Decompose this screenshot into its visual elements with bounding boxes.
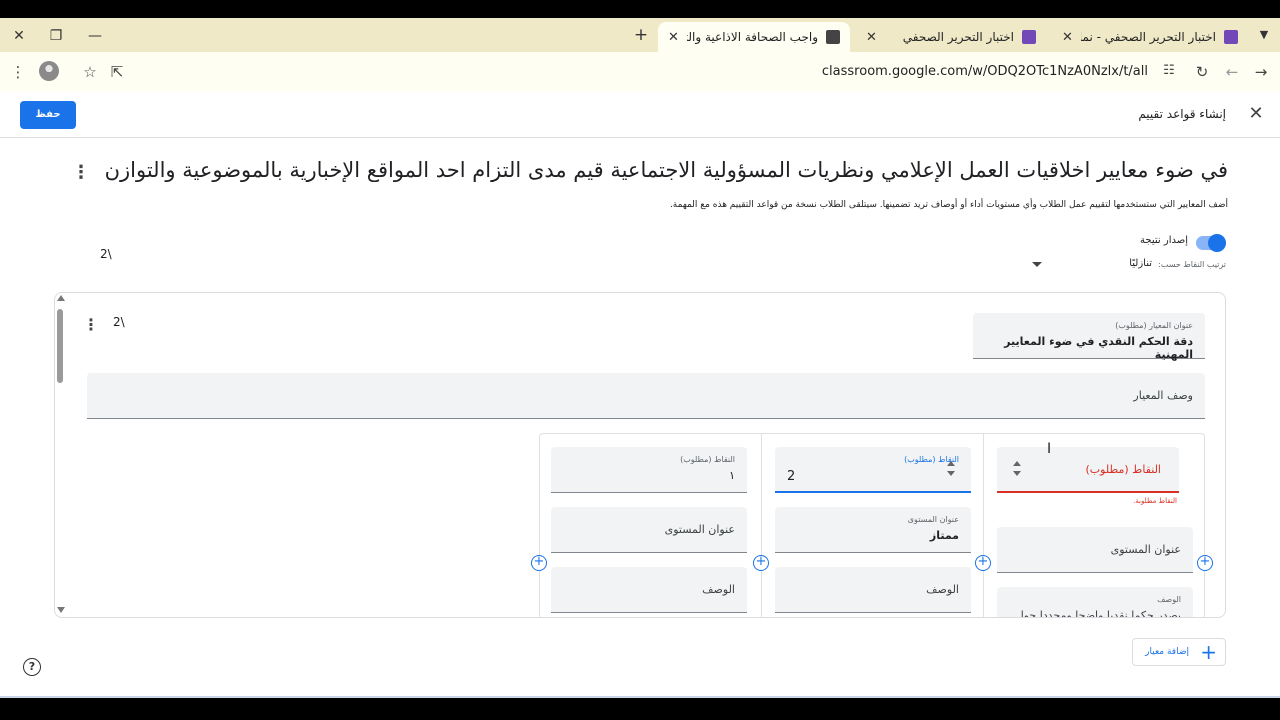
back-icon[interactable]: ←	[1222, 62, 1242, 82]
field-label: عنوان المعيار (مطلوب)	[1115, 321, 1193, 330]
tab-title: اختبار التحرير الصحفي	[902, 30, 1014, 44]
field-label: عنوان المستوى	[907, 515, 959, 524]
tab-close-icon[interactable]: ✕	[1062, 30, 1073, 45]
level-1-points-error: النقاط مطلوبة.	[1133, 497, 1177, 505]
level-1-title-field[interactable]: عنوان المستوى	[997, 527, 1193, 573]
sort-label: ترتيب النقاط حسب:	[1158, 260, 1226, 269]
criterion-description-field[interactable]: وصف المعيار	[87, 373, 1205, 419]
tab-forms-2[interactable]: اختبار التحرير الصحفي ✕	[856, 22, 1046, 52]
kebab-menu-icon[interactable]: ⋮	[8, 62, 28, 82]
level-2-title-field[interactable]: عنوان المستوى ممتاز	[775, 507, 971, 553]
bookmark-star-icon[interactable]: ☆	[80, 62, 100, 82]
rubric-description: أضف المعايير التي ستستخدمها لتقييم عمل ا…	[669, 200, 1228, 210]
add-level-icon[interactable]: +	[1197, 555, 1213, 571]
profile-avatar[interactable]	[39, 61, 59, 81]
add-level-icon[interactable]: +	[753, 555, 769, 571]
add-level-icon[interactable]: +	[531, 555, 547, 571]
close-icon[interactable]: ✕	[1246, 104, 1266, 124]
level-2-title-value: ممتاز	[929, 529, 959, 542]
tab-bar: ✕ ❐ — + واجب الصحافة الاذاعية والتلفزيون…	[0, 18, 1280, 52]
level-1-points-label: النقاط (مطلوب)	[1085, 463, 1162, 476]
tab-close-icon[interactable]: ✕	[668, 30, 679, 45]
criterion-title-field[interactable]: عنوان المعيار (مطلوب) دقة الحكم النقدي ف…	[973, 313, 1205, 361]
tab-forms-1[interactable]: اختبار التحرير الصحفي - نماذج Google ✕	[1052, 22, 1248, 52]
scroll-down-arrow[interactable]	[57, 607, 65, 613]
page-title: إنشاء قواعد تقييم	[1138, 107, 1226, 121]
level-1-title-placeholder: عنوان المستوى	[1110, 543, 1181, 556]
forward-icon[interactable]: →	[1251, 62, 1271, 82]
level-2-points-value: 2	[787, 469, 796, 484]
rubric-title: في ضوء معايير اخلاقيات العمل الإعلامي ون…	[98, 158, 1228, 182]
tab-title: اختبار التحرير الصحفي - نماذج Google	[1081, 30, 1216, 44]
level-2-description-placeholder: الوصف	[926, 583, 959, 596]
classroom-favicon-icon	[826, 30, 840, 44]
scrollbar-thumb[interactable]	[57, 309, 63, 383]
save-button[interactable]: حفظ	[20, 101, 76, 129]
column-divider	[761, 433, 762, 617]
tab-close-icon[interactable]: ✕	[866, 30, 877, 45]
criterion-title-value: دقة الحكم النقدي في ضوء المعايير المهنية	[1004, 335, 1193, 361]
omnibox[interactable]: classroom.google.com/w/ODQ2OTc1NzA0Nzlx/…	[130, 57, 1190, 87]
tab-active[interactable]: واجب الصحافة الاذاعية والتلفزيونية ✕	[658, 22, 850, 52]
level-1-points-field[interactable]: النقاط (مطلوب)	[997, 447, 1179, 493]
chevron-down-icon[interactable]	[1032, 262, 1042, 267]
column-divider	[983, 433, 984, 617]
add-level-icon[interactable]: +	[975, 555, 991, 571]
new-tab-icon[interactable]: +	[632, 26, 650, 44]
scoring-toggle-label: إصدار نتيجة	[1140, 235, 1188, 246]
level-3-description-placeholder: الوصف	[702, 583, 735, 596]
tab-search-icon[interactable]: ▼	[1256, 26, 1272, 44]
browser-window: ✕ ❐ — + واجب الصحافة الاذاعية والتلفزيون…	[0, 18, 1280, 698]
level-3-points-field[interactable]: النقاط (مطلوب) ١	[551, 447, 747, 493]
criterion-points: 2\	[113, 315, 125, 329]
add-criterion-button[interactable]: + إضافة معيار	[1132, 638, 1226, 666]
points-stepper[interactable]	[947, 461, 955, 481]
rubric-header: حفظ إنشاء قواعد تقييم ✕	[0, 92, 1280, 138]
help-icon[interactable]: ?	[23, 658, 41, 676]
field-label: الوصف	[1157, 595, 1181, 604]
level-3-title-field[interactable]: عنوان المستوى	[551, 507, 747, 553]
share-icon[interactable]: ⇱	[107, 62, 127, 82]
add-criterion-label: إضافة معيار	[1145, 647, 1189, 657]
criterion-menu-icon[interactable]: ⋮	[83, 315, 99, 335]
points-stepper[interactable]	[1013, 461, 1021, 481]
field-label: النقاط (مطلوب)	[680, 455, 735, 464]
site-settings-icon[interactable]: ☷	[1160, 63, 1178, 81]
minimize-icon[interactable]: —	[85, 26, 105, 46]
level-1-description-field[interactable]: الوصف يصدر حكما نقديا واضحا ومحددا حول	[997, 587, 1193, 618]
sort-select[interactable]: تنازليًا	[1129, 258, 1152, 269]
restore-icon[interactable]: ❐	[46, 26, 66, 46]
scoring-toggle[interactable]	[1196, 234, 1226, 252]
tab-title: واجب الصحافة الاذاعية والتلفزيونية	[687, 30, 818, 44]
scroll-up-arrow[interactable]	[57, 295, 65, 301]
level-2-points-field[interactable]: النقاط (مطلوب) 2	[775, 447, 971, 493]
reload-icon[interactable]: ↻	[1192, 62, 1212, 82]
rubric-menu-icon[interactable]: ⋮	[72, 162, 90, 184]
level-3-points-value: ١	[729, 469, 735, 482]
close-window-icon[interactable]: ✕	[9, 26, 29, 46]
toggle-knob	[1208, 234, 1226, 252]
forms-favicon-icon	[1224, 30, 1238, 44]
plus-icon: +	[1200, 640, 1217, 664]
url-text: classroom.google.com/w/ODQ2OTc1NzA0Nzlx/…	[821, 64, 1148, 79]
address-bar: ⋮ ☆ ⇱ classroom.google.com/w/ODQ2OTc1NzA…	[0, 52, 1280, 92]
level-3-title-placeholder: عنوان المستوى	[664, 523, 735, 536]
level-1-description-value: يصدر حكما نقديا واضحا ومحددا حول	[1015, 609, 1181, 618]
forms-favicon-icon	[1022, 30, 1036, 44]
text-cursor-icon: I	[1047, 441, 1052, 457]
level-3-description-field[interactable]: الوصف	[551, 567, 747, 613]
total-points: 2\	[100, 247, 112, 261]
level-2-description-field[interactable]: الوصف	[775, 567, 971, 613]
criterion-description-placeholder: وصف المعيار	[1133, 389, 1193, 402]
bottom-divider	[0, 696, 1280, 698]
